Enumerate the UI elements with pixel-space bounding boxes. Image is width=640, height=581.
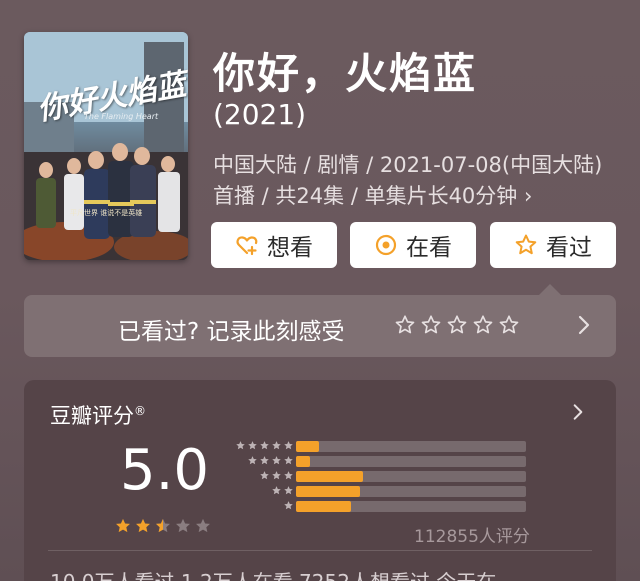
watching-button[interactable]: 在看 <box>350 222 476 268</box>
star-empty-icon <box>196 518 210 533</box>
mini-star-icon <box>272 471 281 480</box>
rating-bar-fill <box>296 486 360 497</box>
record-feeling-label: 已看过? 记录此刻感受 <box>118 319 345 345</box>
rating-bar-fill <box>296 456 310 467</box>
rating-header-label: 豆瓣评分 <box>50 404 134 428</box>
rating-bar-4-star <box>230 455 530 467</box>
rating-bar-5-star <box>230 440 530 452</box>
mini-star-icon <box>272 456 281 465</box>
rating-bar-1-star <box>230 500 530 512</box>
rating-bar-fill <box>296 501 351 512</box>
rating-stars <box>114 517 212 535</box>
rating-bar-track <box>296 486 526 497</box>
record-feeling-card[interactable]: 已看过? 记录此刻感受 <box>24 295 616 357</box>
star-outline-icon[interactable] <box>420 314 442 336</box>
rating-bar-fill <box>296 441 319 452</box>
poster-image[interactable]: 你好火焰蓝 The Flaming Heart 平凡世界 谁说不是英雄 <box>24 32 188 260</box>
poster-tagline: 平凡世界 谁说不是英雄 <box>70 209 143 217</box>
rating-bar-3-star <box>230 470 530 482</box>
rating-bar-track <box>296 441 526 452</box>
star-half-icon <box>156 518 170 533</box>
heart-plus-icon <box>236 236 258 256</box>
show-meta-link[interactable]: 中国大陆 / 剧情 / 2021-07-08(中国大陆)首播 / 共24集 / … <box>213 150 613 212</box>
rating-count: 112855人评分 <box>414 527 530 547</box>
release-year: (2021) <box>213 98 307 131</box>
mini-star-icon <box>248 441 257 450</box>
registered-mark: ® <box>134 404 146 418</box>
mini-stars <box>235 440 294 451</box>
mini-star-icon <box>272 486 281 495</box>
star-outline-icon[interactable] <box>394 314 416 336</box>
want-to-watch-button[interactable]: 想看 <box>211 222 337 268</box>
mini-star-icon <box>284 501 293 510</box>
star-filled-icon <box>116 518 130 533</box>
chevron-right-icon <box>573 404 583 420</box>
chevron-right-icon <box>578 315 590 335</box>
star-empty-icon <box>176 518 190 533</box>
star-outline-icon <box>515 234 537 255</box>
star-outline-icon[interactable] <box>498 314 520 336</box>
mini-star-icon <box>284 456 293 465</box>
mini-star-icon <box>260 456 269 465</box>
poster-subtitle: The Flaming Heart <box>84 112 159 121</box>
rating-bar-track <box>296 471 526 482</box>
mini-star-icon <box>236 441 245 450</box>
mini-star-icon <box>284 441 293 450</box>
rating-header: 豆瓣评分® <box>50 400 146 430</box>
watch-stats: 10.0万人看过 1.2万人在看 7252人想看过 今天在 <box>50 566 610 581</box>
mini-star-icon <box>260 471 269 480</box>
mini-star-icon <box>284 486 293 495</box>
star-outline-icon[interactable] <box>446 314 468 336</box>
rating-bar-2-star <box>230 485 530 497</box>
douban-rating-card[interactable]: 豆瓣评分® 5.0 112855人评分 10.0万人看过 1.2万人在看 725… <box>24 380 616 581</box>
star-filled-icon <box>136 518 150 533</box>
rating-bar-fill <box>296 471 363 482</box>
mini-stars <box>247 455 294 466</box>
want-to-watch-label: 想看 <box>267 235 313 261</box>
mini-star-icon <box>248 456 257 465</box>
poster-people <box>36 143 180 239</box>
rating-bar-track <box>296 456 526 467</box>
mini-stars <box>259 470 294 481</box>
mini-star-icon <box>260 441 269 450</box>
watching-label: 在看 <box>406 235 452 261</box>
mini-star-icon <box>284 471 293 480</box>
mini-star-icon <box>272 441 281 450</box>
target-circle-icon <box>375 234 397 256</box>
watched-label: 看过 <box>546 235 592 261</box>
divider <box>48 550 592 551</box>
mini-stars <box>283 500 294 511</box>
watched-button[interactable]: 看过 <box>490 222 616 268</box>
rating-score: 5.0 <box>120 438 210 503</box>
star-outline-icon[interactable] <box>472 314 494 336</box>
rate-stars[interactable] <box>394 314 520 336</box>
page-title: 你好，火焰蓝 <box>213 49 478 98</box>
mini-stars <box>271 485 294 496</box>
rating-bar-track <box>296 501 526 512</box>
